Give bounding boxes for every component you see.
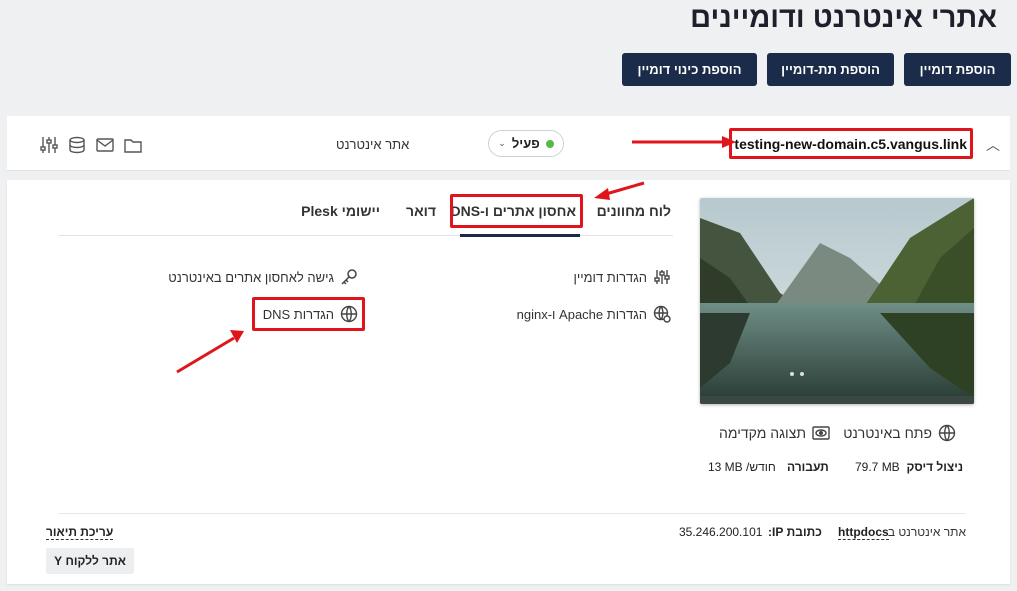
hosting-access-label: גישה לאחסון אתרים באינטרנט — [168, 269, 334, 285]
globe-icon — [938, 424, 956, 442]
add-domain-button[interactable]: הוספת דומיין — [904, 53, 1011, 86]
apache-nginx-settings-link[interactable]: הגדרות Apache ו-nginx — [517, 305, 671, 323]
landscape-image — [700, 198, 974, 404]
key-icon — [341, 269, 357, 285]
domain-settings-label: הגדרות דומיין — [573, 269, 648, 285]
site-at-label: אתר אינטרנט ב- — [883, 525, 966, 539]
annotation-box-dns — [252, 297, 365, 331]
annotation-arrow-domain — [632, 136, 736, 148]
hosting-access-link[interactable]: גישה לאחסון אתרים באינטרנט — [168, 268, 358, 286]
open-in-browser-link[interactable]: פתח באינטרנט — [843, 424, 956, 442]
open-in-browser-label: פתח באינטרנט — [843, 425, 932, 441]
ip-address-value: 35.246.200.101 — [679, 525, 763, 539]
settings-sliders-icon[interactable] — [40, 136, 58, 154]
collapse-chevron-icon[interactable]: ︿ — [986, 135, 1000, 155]
active-tab-indicator — [460, 234, 580, 237]
edit-description-link[interactable]: עריכת תיאור — [46, 525, 114, 540]
httpdocs-link[interactable]: httpdocs — [838, 525, 889, 540]
traffic-value: 13 MB /חודש — [708, 460, 776, 474]
website-preview-thumbnail[interactable] — [700, 198, 974, 404]
chevron-down-icon: ⌄ — [498, 138, 506, 148]
ip-address-label: כתובת IP: — [768, 525, 822, 539]
client-site-description: אתר ללקוח Y — [46, 548, 134, 574]
tab-plesk-apps[interactable]: יישומי Plesk — [301, 203, 380, 219]
annotation-box-domain — [729, 128, 973, 159]
tab-mail[interactable]: דואר — [406, 203, 436, 219]
status-dropdown[interactable]: פעיל ⌄ — [488, 130, 564, 157]
preview-link[interactable]: תצוגה מקדימה — [719, 424, 830, 442]
apache-nginx-label: הגדרות Apache ו-nginx — [516, 306, 647, 322]
traffic-label: תעבורה — [787, 460, 829, 474]
sliders-icon — [654, 270, 670, 284]
status-dot-icon — [545, 139, 554, 148]
mail-icon[interactable] — [96, 137, 114, 153]
footer-divider — [58, 513, 966, 514]
tabs-divider — [58, 235, 673, 236]
domain-type-label: אתר אינטרנט — [336, 137, 410, 152]
disk-usage-label: ניצול דיסק — [906, 460, 963, 474]
disk-usage-value: 79.7 MB — [855, 460, 900, 474]
eye-icon — [812, 426, 830, 440]
add-subdomain-button[interactable]: הוספת תת-דומיין — [767, 53, 894, 86]
annotation-box-tab — [450, 194, 583, 228]
folder-icon[interactable] — [124, 137, 142, 153]
domain-settings-link[interactable]: הגדרות דומיין — [574, 268, 672, 286]
annotation-arrow-tab — [594, 181, 645, 200]
tab-dashboard[interactable]: לוח מחוונים — [597, 203, 671, 219]
add-domain-alias-button[interactable]: הוספת כינוי דומיין — [622, 53, 757, 86]
status-label: פעיל — [511, 136, 540, 151]
page-title: אתרי אינטרנט ודומיינים — [690, 2, 997, 34]
database-icon[interactable] — [68, 136, 86, 154]
annotation-arrow-dns — [176, 330, 244, 374]
globe-gear-icon — [653, 305, 671, 323]
preview-label: תצוגה מקדימה — [719, 425, 806, 441]
